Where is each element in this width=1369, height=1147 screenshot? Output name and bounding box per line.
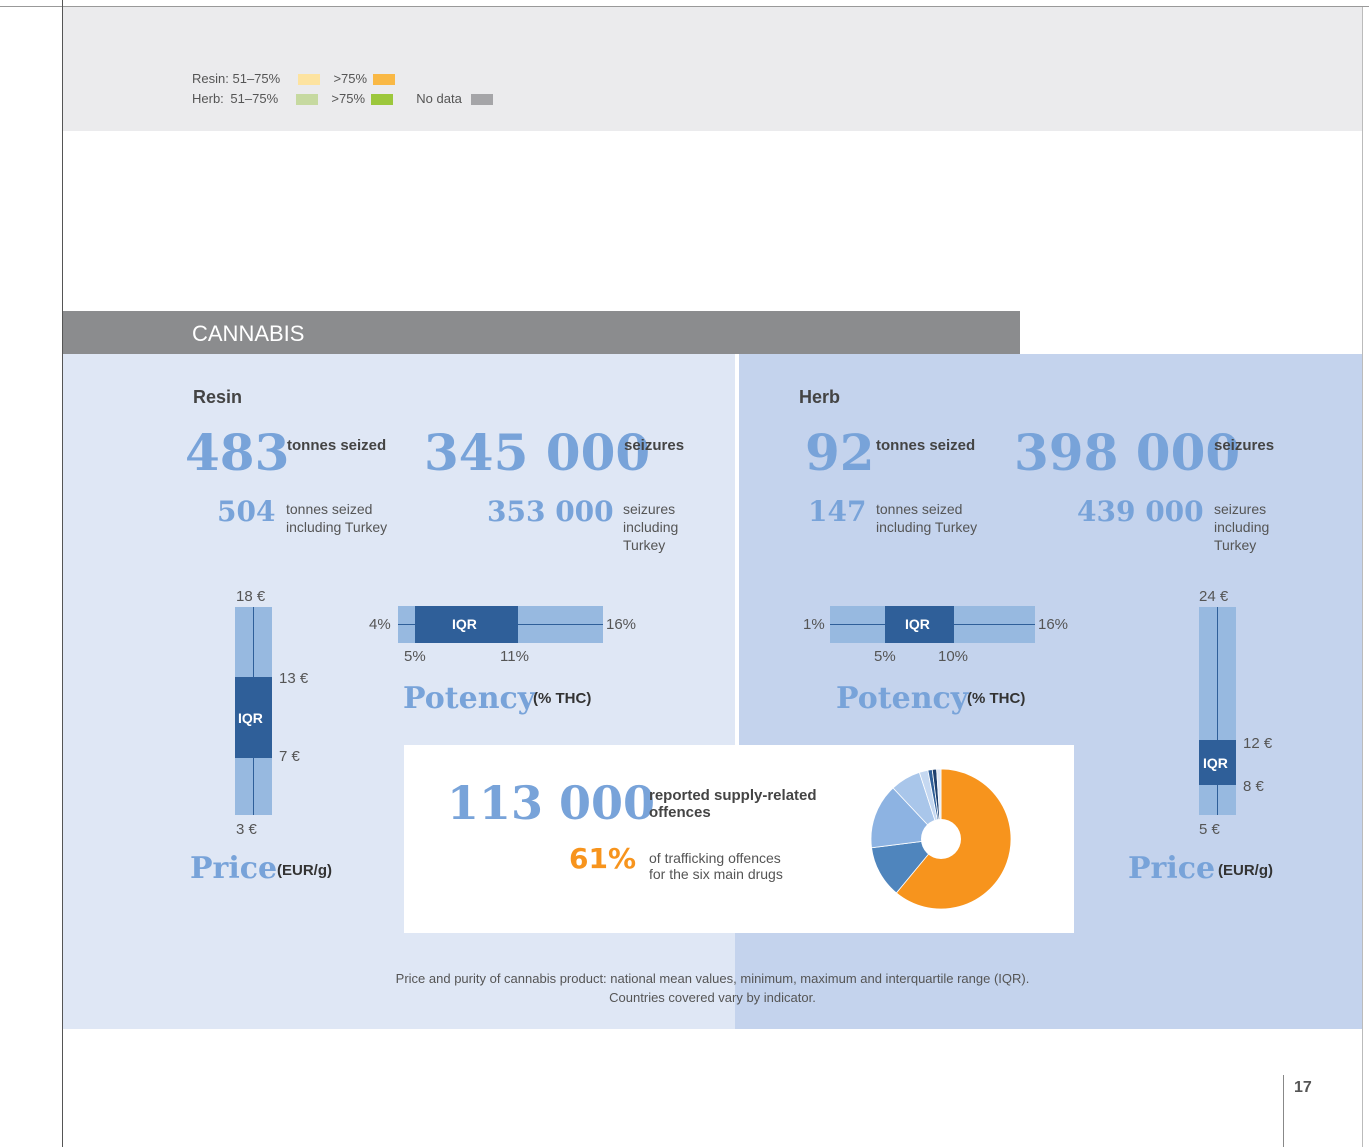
resin-price-unit: (EUR/g) — [277, 862, 332, 879]
herb-potency-min: 1% — [803, 616, 825, 633]
figure-caption: Price and purity of cannabis product: na… — [63, 970, 1362, 1008]
herb-seizures-number: 398 000 — [1014, 423, 1241, 482]
herb-tonnes-turkey-line2: including Turkey — [876, 519, 978, 536]
legend-resin-row: Resin: 51–75% >75% — [192, 71, 395, 86]
resin-75-swatch — [372, 74, 395, 86]
banner-title: CANNABIS — [192, 321, 305, 346]
herb-potency-max: 16% — [1038, 616, 1069, 633]
right-margin-rule — [1362, 7, 1363, 1147]
herb-price-iqr-label: IQR — [1203, 755, 1228, 771]
herb-tonnes-turkey-number: 147 — [808, 495, 867, 528]
legend-herb-range1: 51–75% — [230, 91, 279, 106]
herb-75-swatch — [370, 94, 393, 106]
legend-herb-range2: >75% — [331, 91, 366, 106]
herb-price-q3: 12 € — [1243, 735, 1273, 752]
resin-seizures-turkey-number: 353 000 — [487, 495, 614, 528]
legend-no-data: No data — [416, 91, 462, 106]
legend-herb-label: Herb: — [192, 91, 224, 106]
herb-seizures-turkey-number: 439 000 — [1077, 495, 1204, 528]
caption-line1: Price and purity of cannabis product: na… — [395, 971, 1030, 986]
herb-potency-title: Potency — [836, 681, 969, 716]
resin-potency-q1: 5% — [404, 648, 426, 665]
legend-band — [63, 7, 1362, 131]
resin-potency-min: 4% — [369, 616, 391, 633]
legend-herb-row: Herb: 51–75% >75% No data — [192, 91, 494, 106]
herb-price-unit: (EUR/g) — [1218, 862, 1273, 879]
resin-potency-unit: (% THC) — [533, 690, 592, 707]
legend-resin-range2: >75% — [333, 71, 368, 86]
resin-tonnes-turkey-line1: tonnes seized — [286, 501, 373, 517]
legend-resin-label: Resin: — [192, 71, 229, 86]
resin-tonnes-turkey-number: 504 — [217, 495, 276, 528]
herb-tonnes-turkey-label: tonnes seized including Turkey — [876, 500, 977, 536]
resin-tonnes-label: tonnes seized — [287, 437, 387, 454]
offences-label-line2: offences — [649, 803, 711, 821]
herb-potency-iqr-label: IQR — [905, 616, 930, 632]
resin-tonnes-turkey-line2: including Turkey — [286, 519, 388, 536]
offences-pie-chart — [870, 768, 1012, 910]
page-number-rule — [1283, 1075, 1284, 1147]
legend-resin-range1: 51–75% — [232, 71, 281, 86]
herb-price-min: 5 € — [1199, 821, 1220, 838]
no-data-swatch — [471, 94, 494, 106]
resin-tonnes-turkey-label: tonnes seized including Turkey — [286, 500, 387, 536]
herb-price-title: Price — [1128, 851, 1216, 886]
herb-tonnes-turkey-line1: tonnes seized — [876, 501, 963, 517]
herb-tonnes-number: 92 — [805, 423, 875, 482]
resin-seizures-turkey-line2: including — [623, 519, 679, 536]
offences-percent-label: of trafficking offences for the six main… — [649, 850, 783, 882]
offences-percent-line2: for the six main drugs — [649, 866, 783, 883]
resin-potency-title: Potency — [403, 681, 536, 716]
resin-price-title: Price — [190, 851, 278, 886]
herb-potency-q1: 5% — [874, 648, 896, 665]
resin-price-q1: 7 € — [279, 748, 300, 765]
herb-seizures-turkey-line3: Turkey — [1214, 537, 1257, 554]
herb-seizures-label: seizures — [1214, 437, 1275, 454]
offences-number: 113 000 — [447, 776, 656, 830]
resin-seizures-label: seizures — [624, 437, 685, 454]
resin-price-min: 3 € — [236, 821, 257, 838]
herb-seizures-turkey-line2: including — [1214, 519, 1270, 536]
resin-seizures-number: 345 000 — [424, 423, 651, 482]
resin-potency-iqr-label: IQR — [452, 616, 477, 632]
herb-potency-unit: (% THC) — [967, 690, 1026, 707]
herb-seizures-turkey-line1: seizures — [1214, 501, 1267, 517]
offences-percent: 61% — [569, 842, 637, 875]
offences-label: reported supply-related offences — [649, 787, 817, 821]
resin-seizures-turkey-line3: Turkey — [623, 537, 666, 554]
herb-price-max: 24 € — [1199, 588, 1229, 605]
herb-potency-q3: 10% — [938, 648, 969, 665]
resin-seizures-turkey-label: seizures including Turkey — [623, 500, 678, 555]
resin-potency-q3: 11% — [500, 648, 529, 665]
herb-tonnes-label: tonnes seized — [876, 437, 976, 454]
pie-center-hole — [921, 819, 961, 859]
resin-price-q3: 13 € — [279, 670, 309, 687]
caption-line2: Countries covered vary by indicator. — [609, 989, 816, 1005]
resin-potency-max: 16% — [606, 616, 637, 633]
herb-label: Herb — [799, 387, 841, 407]
herb-seizures-turkey-label: seizures including Turkey — [1214, 500, 1269, 555]
herb-price-q1: 8 € — [1243, 778, 1264, 795]
resin-tonnes-number: 483 — [185, 423, 290, 482]
resin-label: Resin — [193, 387, 243, 407]
resin-seizures-turkey-line1: seizures — [623, 501, 676, 517]
herb-51-75-swatch — [295, 94, 318, 106]
offences-label-line1: reported supply-related — [649, 787, 817, 804]
resin-price-iqr-label: IQR — [238, 710, 263, 726]
panel-divider — [735, 354, 739, 746]
offences-percent-line1: of trafficking offences — [649, 850, 781, 866]
page-number: 17 — [1294, 1079, 1312, 1096]
resin-price-max: 18 € — [236, 588, 266, 605]
resin-51-75-swatch — [297, 74, 320, 86]
